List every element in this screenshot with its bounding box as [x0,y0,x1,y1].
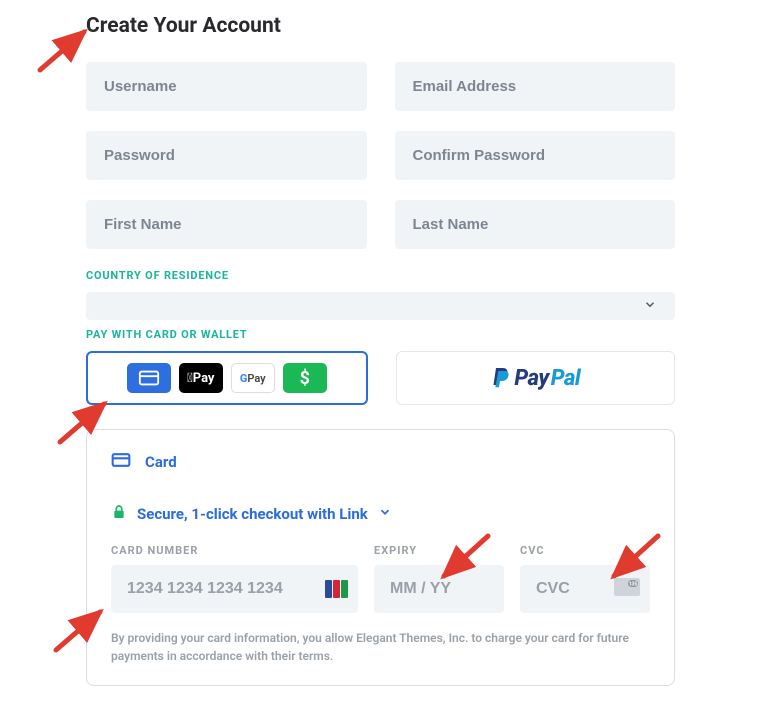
card-icon [127,363,171,393]
chevron-down-icon [378,505,392,523]
card-tab-label: Card [145,453,177,471]
email-input[interactable] [395,62,676,111]
paypal-icon: PayPal [490,365,580,391]
password-input[interactable] [86,131,367,180]
google-pay-icon: G Pay [231,363,275,393]
pay-card-wallet-button[interactable]: Pay G Pay $ [86,351,368,405]
apple-pay-icon: Pay [179,363,223,393]
country-label: COUNTRY OF RESIDENCE [86,269,675,282]
cvc-input[interactable] [534,579,610,599]
country-select[interactable] [86,292,675,320]
card-payment-panel: Card Secure, 1-click checkout with Link … [86,429,675,686]
jcb-icon [325,580,348,598]
confirm-password-input[interactable] [395,131,676,180]
lock-icon [111,504,127,524]
payment-disclaimer: By providing your card information, you … [111,629,650,665]
link-checkout-label: Secure, 1-click checkout with Link [137,505,368,523]
cash-app-icon: $ [283,363,327,393]
expiry-label: EXPIRY [374,544,504,557]
card-tab-icon [111,450,131,474]
expiry-input[interactable] [388,579,494,599]
page-title: Create Your Account [86,14,675,38]
cvc-label: CVC [520,544,650,557]
last-name-input[interactable] [395,200,676,249]
card-number-input[interactable] [125,579,321,599]
link-checkout-toggle[interactable]: Secure, 1-click checkout with Link [111,504,650,524]
cvc-icon: 135 [614,578,640,600]
card-number-label: CARD NUMBER [111,544,358,557]
pay-method-label: PAY WITH CARD OR WALLET [86,328,675,341]
first-name-input[interactable] [86,200,367,249]
username-input[interactable] [86,62,367,111]
pay-paypal-button[interactable]: PayPal [396,351,676,405]
svg-text:135: 135 [629,582,638,588]
